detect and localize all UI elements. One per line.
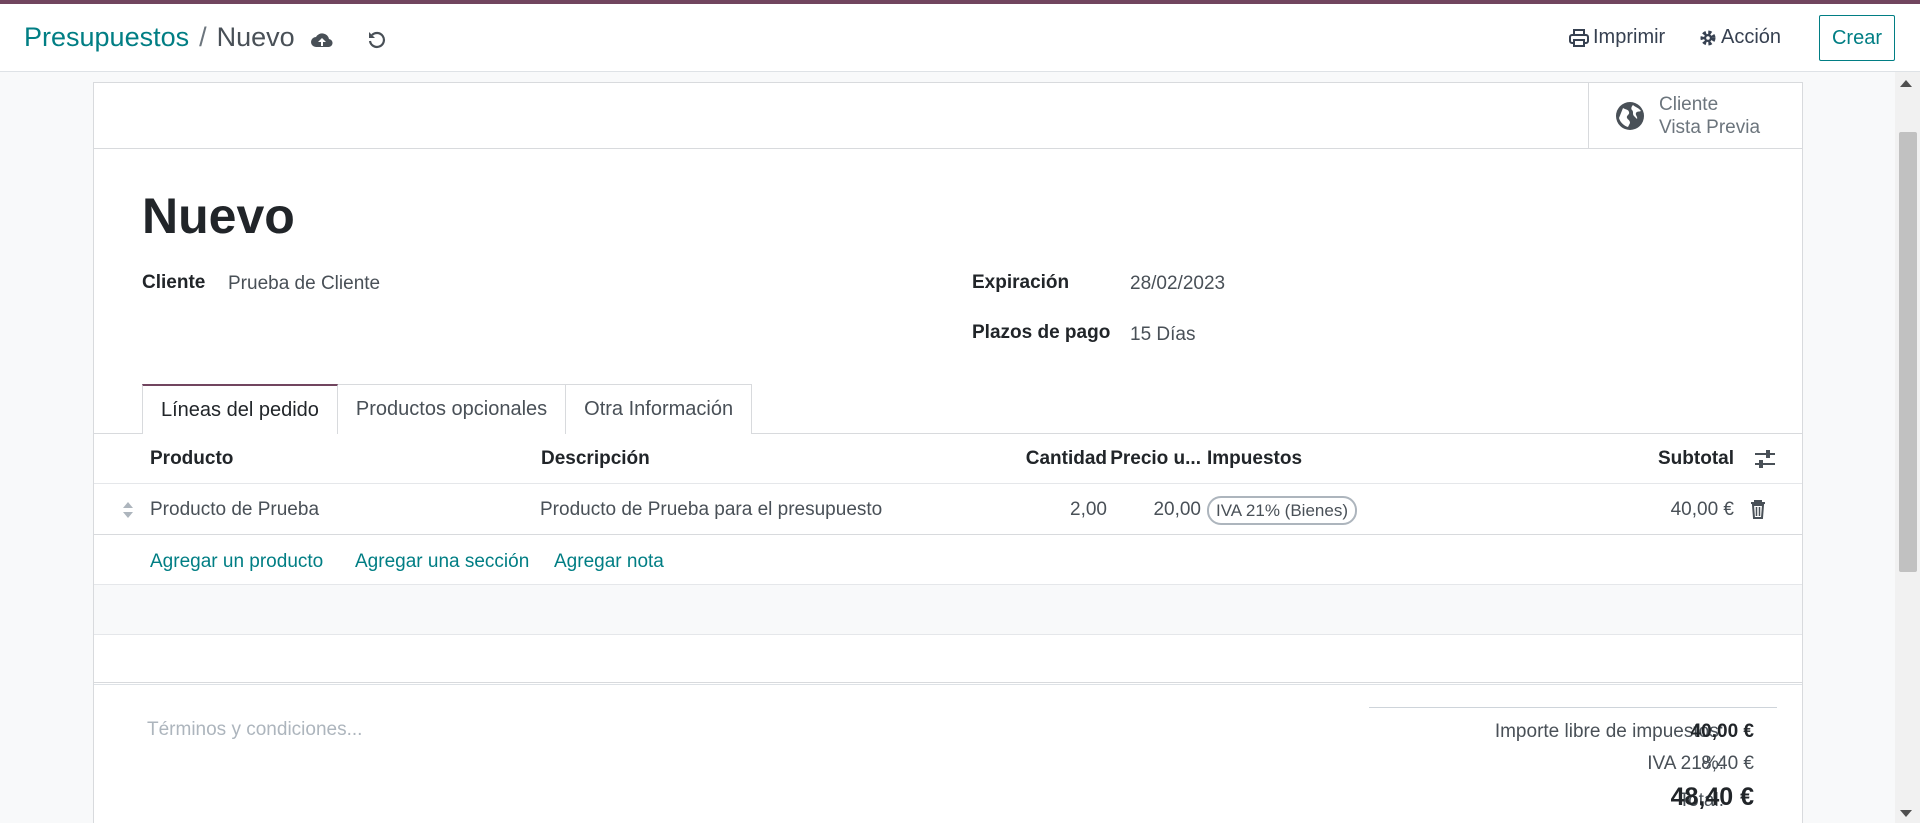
empty-row — [94, 635, 1802, 683]
customer-preview-button[interactable]: Cliente Vista Previa — [1588, 83, 1802, 148]
preview-button-line2: Vista Previa — [1659, 116, 1761, 138]
add-note-link[interactable]: Agregar nota — [554, 551, 664, 573]
notebook-tabs: Líneas del pedido Productos opcionales O… — [142, 384, 753, 434]
button-box: Cliente Vista Previa — [94, 83, 1802, 149]
terms-conditions-field[interactable]: Términos y condiciones... — [147, 719, 362, 741]
table-header: Producto Descripción Cantidad Precio u..… — [94, 434, 1802, 484]
print-button[interactable]: Imprimir — [1569, 26, 1665, 49]
line-unit-price[interactable]: 20,00 — [1114, 499, 1201, 521]
tax-value: 8,40 € — [1701, 753, 1754, 774]
action-label: Acción — [1721, 26, 1782, 48]
scroll-up-arrow[interactable] — [1900, 80, 1912, 87]
breadcrumb-separator: / — [199, 22, 207, 52]
column-header-quantity[interactable]: Cantidad — [977, 448, 1107, 470]
tab-other-info[interactable]: Otra Información — [565, 384, 753, 434]
gear-icon — [1700, 30, 1716, 45]
add-section-link[interactable]: Agregar una sección — [355, 551, 529, 573]
scroll-down-arrow[interactable] — [1900, 810, 1912, 817]
tab-optional-products[interactable]: Productos opcionales — [336, 384, 567, 434]
column-header-product[interactable]: Producto — [150, 448, 233, 470]
add-product-link[interactable]: Agregar un producto — [150, 551, 323, 573]
line-product[interactable]: Producto de Prueba — [150, 499, 319, 521]
preview-button-line1: Cliente — [1659, 93, 1719, 115]
expiration-label: Expiración — [972, 272, 1070, 293]
add-line-row: Agregar un producto Agregar una sección … — [94, 535, 1802, 585]
breadcrumb-current: Nuevo — [216, 22, 295, 52]
column-header-unit-price[interactable]: Precio u... — [1104, 448, 1201, 470]
discard-undo-icon[interactable] — [363, 26, 391, 54]
scrollbar-thumb[interactable] — [1899, 132, 1917, 572]
payment-terms-field[interactable]: 15 Días — [1130, 324, 1195, 346]
globe-icon — [1616, 101, 1644, 130]
line-description[interactable]: Producto de Prueba para el presupuesto — [540, 499, 882, 521]
drag-handle-icon[interactable] — [122, 501, 134, 524]
save-cloud-icon[interactable] — [308, 26, 336, 54]
optional-columns-sliders-icon[interactable] — [1754, 449, 1776, 474]
customer-label: Cliente — [142, 272, 206, 293]
trash-icon[interactable] — [1750, 499, 1766, 524]
column-header-description[interactable]: Descripción — [541, 448, 650, 470]
print-label: Imprimir — [1593, 26, 1666, 48]
column-header-taxes[interactable]: Impuestos — [1207, 448, 1302, 470]
totals-top-divider — [1369, 707, 1777, 708]
create-button[interactable]: Crear — [1819, 15, 1895, 61]
empty-row — [94, 585, 1802, 635]
column-header-subtotal[interactable]: Subtotal — [1624, 448, 1734, 470]
form-sheet: Cliente Vista Previa Nuevo Cliente Prueb… — [93, 82, 1803, 823]
tab-order-lines[interactable]: Líneas del pedido — [142, 384, 338, 434]
total-value: 48,40 € — [1670, 783, 1754, 811]
expiration-field[interactable]: 28/02/2023 — [1130, 273, 1225, 295]
customer-field[interactable]: Prueba de Cliente — [228, 273, 380, 295]
printer-icon — [1569, 28, 1589, 47]
line-subtotal: 40,00 € — [1670, 499, 1734, 520]
breadcrumb-parent-link[interactable]: Presupuestos — [24, 22, 189, 53]
table-bottom-divider — [94, 684, 1802, 685]
tax-badge[interactable]: IVA 21% (Bienes) — [1207, 496, 1357, 525]
breadcrumb: Presupuestos / Nuevo — [24, 22, 295, 53]
line-quantity[interactable]: 2,00 — [994, 499, 1107, 521]
untaxed-amount-value: 40,00 € — [1690, 721, 1754, 742]
action-button[interactable]: Acción — [1699, 26, 1781, 49]
record-title: Nuevo — [142, 188, 295, 244]
control-panel: Presupuestos / Nuevo Imprimir Acción Cre… — [0, 4, 1920, 72]
table-row[interactable]: Producto de Prueba Producto de Prueba pa… — [94, 485, 1802, 535]
payment-terms-label: Plazos de pago — [972, 322, 1111, 343]
